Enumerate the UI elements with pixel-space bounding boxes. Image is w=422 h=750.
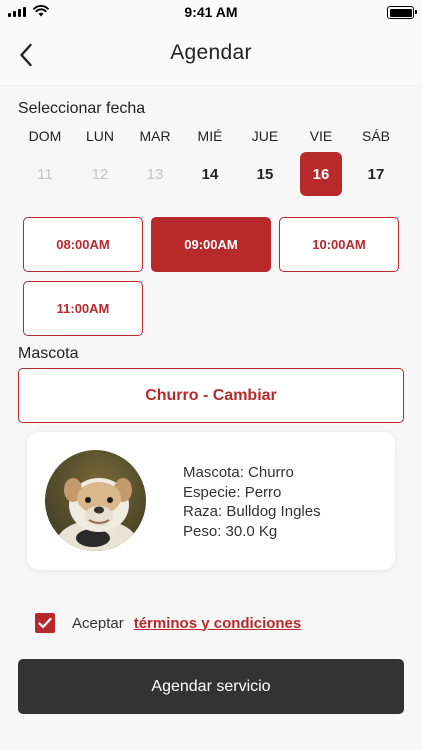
checkmark-icon	[38, 617, 52, 629]
day-cell[interactable]: 14	[189, 152, 231, 196]
bulldog-photo	[45, 450, 146, 551]
weekday-label: SÁB	[361, 128, 390, 144]
schedule-service-button[interactable]: Agendar servicio	[18, 659, 404, 714]
pet-details: Mascota: Churro Especie: Perro Raza: Bul…	[183, 463, 321, 541]
change-pet-button[interactable]: Churro - Cambiar	[18, 368, 404, 423]
time-slot-button[interactable]: 10:00AM	[279, 217, 399, 272]
day-cell-selected[interactable]: 16	[300, 152, 342, 196]
day-cell[interactable]: 17	[355, 152, 397, 196]
battery-icon	[387, 6, 417, 19]
pet-card: Mascota: Churro Especie: Perro Raza: Bul…	[27, 432, 395, 570]
terms-prefix: Aceptar	[72, 614, 124, 632]
pet-section-label: Mascota	[18, 345, 79, 362]
terms-checkbox[interactable]	[35, 613, 55, 633]
terms-row: Aceptar términos y condiciones	[35, 612, 301, 634]
time-slot-button[interactable]: 11:00AM	[23, 281, 143, 336]
nav-bar: Agendar	[0, 24, 422, 86]
day-picker: 11 12 13 14 15 16 17	[18, 152, 404, 196]
day-cell: 13	[146, 165, 164, 183]
status-time: 9:41 AM	[184, 4, 238, 20]
weekday-label: LUN	[85, 128, 114, 144]
pet-breed-line: Raza: Bulldog Ingles	[183, 503, 321, 520]
pet-weight-line: Peso: 30.0 Kg	[183, 522, 278, 540]
page-title: Agendar	[170, 41, 252, 64]
date-section-label: Seleccionar fecha	[18, 100, 146, 117]
weekday-header: DOM LUN MAR MIÉ JUE VIE SÁB	[18, 128, 404, 146]
pet-species-line: Especie: Perro	[183, 483, 282, 501]
weekday-label: VIE	[309, 128, 333, 144]
pet-avatar	[45, 450, 146, 551]
time-slot-button-selected[interactable]: 09:00AM	[151, 217, 271, 272]
day-cell: 11	[37, 165, 53, 183]
time-slot-button[interactable]: 08:00AM	[23, 217, 143, 272]
weekday-label: JUE	[251, 128, 279, 144]
day-cell: 12	[91, 165, 109, 183]
status-bar: 9:41 AM	[0, 0, 422, 24]
terms-link[interactable]: términos y condiciones	[134, 615, 302, 632]
day-cell[interactable]: 15	[244, 152, 286, 196]
battery-level	[389, 8, 412, 17]
pet-name-line: Mascota: Churro	[183, 464, 294, 481]
weekday-label: MAR	[139, 128, 171, 144]
weekday-label: DOM	[28, 128, 62, 144]
weekday-label: MIÉ	[197, 128, 223, 144]
